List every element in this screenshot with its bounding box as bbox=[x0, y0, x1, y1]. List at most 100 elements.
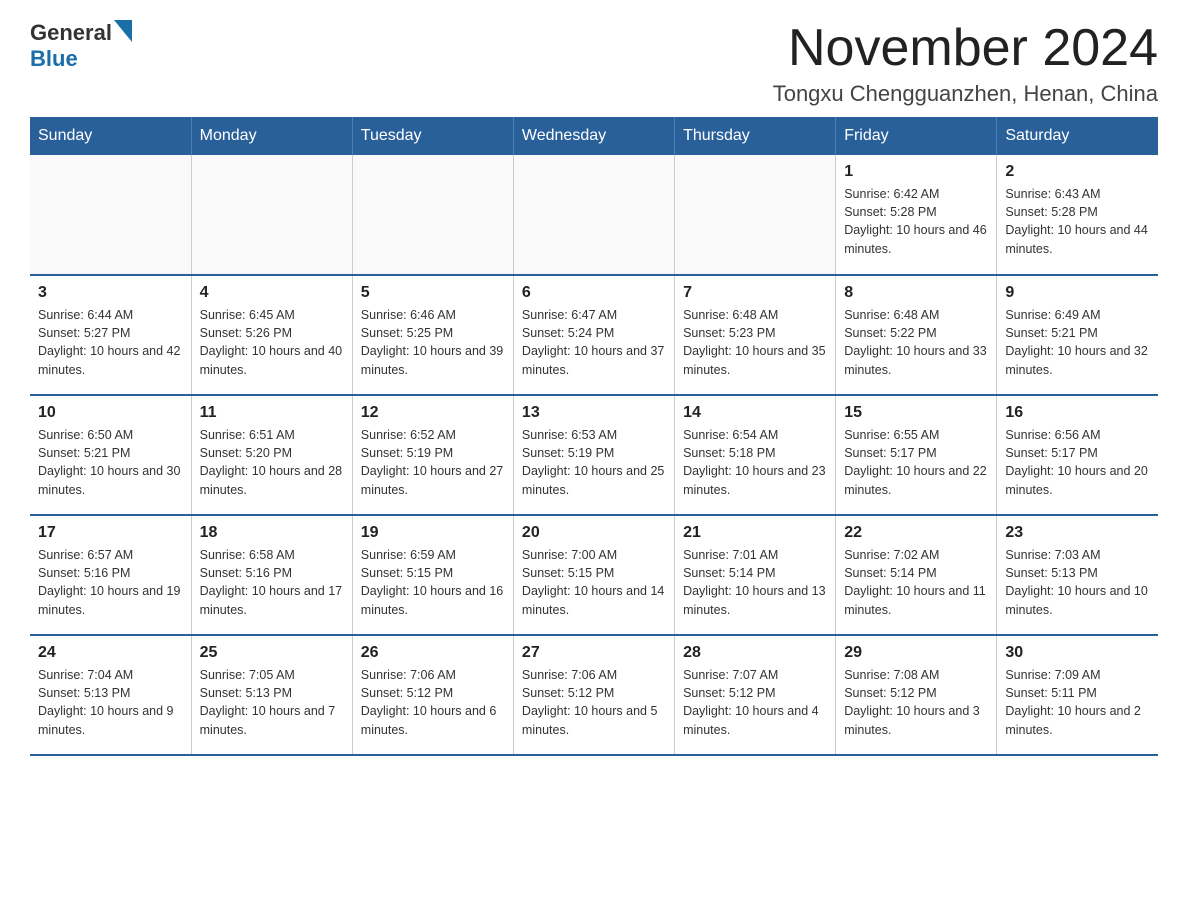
calendar-cell bbox=[675, 155, 836, 275]
week-row-1: 1 Sunrise: 6:42 AM Sunset: 5:28 PM Daylig… bbox=[30, 155, 1158, 275]
day-number: 11 bbox=[200, 404, 344, 422]
calendar-cell: 28 Sunrise: 7:07 AM Sunset: 5:12 PM Dayli… bbox=[675, 635, 836, 755]
page-header: General Blue November 2024 Tongxu Chengg… bbox=[30, 20, 1158, 107]
day-info: Sunrise: 7:02 AM Sunset: 5:14 PM Dayligh… bbox=[844, 546, 988, 619]
calendar-cell: 21 Sunrise: 7:01 AM Sunset: 5:14 PM Dayli… bbox=[675, 515, 836, 635]
weekday-header-thursday: Thursday bbox=[675, 117, 836, 155]
day-info: Sunrise: 7:06 AM Sunset: 5:12 PM Dayligh… bbox=[522, 666, 666, 739]
calendar-cell: 22 Sunrise: 7:02 AM Sunset: 5:14 PM Dayli… bbox=[836, 515, 997, 635]
day-info: Sunrise: 6:53 AM Sunset: 5:19 PM Dayligh… bbox=[522, 426, 666, 499]
day-number: 4 bbox=[200, 284, 344, 302]
week-row-5: 24Sunrise: 7:04 AM Sunset: 5:13 PM Dayli… bbox=[30, 635, 1158, 755]
day-info: Sunrise: 7:00 AM Sunset: 5:15 PM Dayligh… bbox=[522, 546, 666, 619]
day-info: Sunrise: 6:55 AM Sunset: 5:17 PM Dayligh… bbox=[844, 426, 988, 499]
day-info: Sunrise: 6:47 AM Sunset: 5:24 PM Dayligh… bbox=[522, 306, 666, 379]
day-number: 20 bbox=[522, 524, 666, 542]
calendar-cell: 25Sunrise: 7:05 AM Sunset: 5:13 PM Dayli… bbox=[191, 635, 352, 755]
day-number: 8 bbox=[844, 284, 988, 302]
day-info: Sunrise: 6:48 AM Sunset: 5:23 PM Dayligh… bbox=[683, 306, 827, 379]
calendar-cell: 14Sunrise: 6:54 AM Sunset: 5:18 PM Dayli… bbox=[675, 395, 836, 515]
logo: General Blue bbox=[30, 20, 132, 72]
day-number: 28 bbox=[683, 644, 827, 662]
day-number: 10 bbox=[38, 404, 183, 422]
calendar-cell: 24Sunrise: 7:04 AM Sunset: 5:13 PM Dayli… bbox=[30, 635, 191, 755]
day-number: 1 bbox=[844, 163, 988, 181]
day-number: 2 bbox=[1005, 163, 1150, 181]
day-info: Sunrise: 6:44 AM Sunset: 5:27 PM Dayligh… bbox=[38, 306, 183, 379]
calendar-cell bbox=[30, 155, 191, 275]
week-row-4: 17 Sunrise: 6:57 AM Sunset: 5:16 PM Dayli… bbox=[30, 515, 1158, 635]
day-info: Sunrise: 6:57 AM Sunset: 5:16 PM Dayligh… bbox=[38, 546, 183, 619]
calendar-cell: 23Sunrise: 7:03 AM Sunset: 5:13 PM Dayli… bbox=[997, 515, 1158, 635]
calendar-cell: 19Sunrise: 6:59 AM Sunset: 5:15 PM Dayli… bbox=[352, 515, 513, 635]
day-info: Sunrise: 6:42 AM Sunset: 5:28 PM Dayligh… bbox=[844, 185, 988, 258]
day-number: 22 bbox=[844, 524, 988, 542]
weekday-header-saturday: Saturday bbox=[997, 117, 1158, 155]
day-info: Sunrise: 7:04 AM Sunset: 5:13 PM Dayligh… bbox=[38, 666, 183, 739]
calendar-table: SundayMondayTuesdayWednesdayThursdayFrid… bbox=[30, 117, 1158, 756]
day-info: Sunrise: 6:50 AM Sunset: 5:21 PM Dayligh… bbox=[38, 426, 183, 499]
day-number: 12 bbox=[361, 404, 505, 422]
weekday-header-monday: Monday bbox=[191, 117, 352, 155]
day-info: Sunrise: 6:52 AM Sunset: 5:19 PM Dayligh… bbox=[361, 426, 505, 499]
day-number: 17 bbox=[38, 524, 183, 542]
calendar-cell bbox=[352, 155, 513, 275]
day-info: Sunrise: 6:51 AM Sunset: 5:20 PM Dayligh… bbox=[200, 426, 344, 499]
month-title: November 2024 bbox=[773, 20, 1158, 77]
calendar-cell: 3Sunrise: 6:44 AM Sunset: 5:27 PM Daylig… bbox=[30, 275, 191, 395]
day-info: Sunrise: 7:05 AM Sunset: 5:13 PM Dayligh… bbox=[200, 666, 344, 739]
weekday-header-wednesday: Wednesday bbox=[513, 117, 674, 155]
calendar-cell bbox=[191, 155, 352, 275]
day-number: 9 bbox=[1005, 284, 1150, 302]
day-info: Sunrise: 6:45 AM Sunset: 5:26 PM Dayligh… bbox=[200, 306, 344, 379]
day-info: Sunrise: 7:01 AM Sunset: 5:14 PM Dayligh… bbox=[683, 546, 827, 619]
calendar-cell: 27 Sunrise: 7:06 AM Sunset: 5:12 PM Dayli… bbox=[513, 635, 674, 755]
day-info: Sunrise: 7:07 AM Sunset: 5:12 PM Dayligh… bbox=[683, 666, 827, 739]
calendar-cell: 12 Sunrise: 6:52 AM Sunset: 5:19 PM Dayli… bbox=[352, 395, 513, 515]
weekday-header-row: SundayMondayTuesdayWednesdayThursdayFrid… bbox=[30, 117, 1158, 155]
day-number: 27 bbox=[522, 644, 666, 662]
calendar-cell: 18Sunrise: 6:58 AM Sunset: 5:16 PM Dayli… bbox=[191, 515, 352, 635]
calendar-cell: 8 Sunrise: 6:48 AM Sunset: 5:22 PM Daylig… bbox=[836, 275, 997, 395]
calendar-cell: 26 Sunrise: 7:06 AM Sunset: 5:12 PM Dayli… bbox=[352, 635, 513, 755]
day-info: Sunrise: 6:49 AM Sunset: 5:21 PM Dayligh… bbox=[1005, 306, 1150, 379]
calendar-body: 1 Sunrise: 6:42 AM Sunset: 5:28 PM Daylig… bbox=[30, 155, 1158, 755]
day-info: Sunrise: 7:03 AM Sunset: 5:13 PM Dayligh… bbox=[1005, 546, 1150, 619]
weekday-header-friday: Friday bbox=[836, 117, 997, 155]
calendar-cell: 29Sunrise: 7:08 AM Sunset: 5:12 PM Dayli… bbox=[836, 635, 997, 755]
calendar-cell: 2Sunrise: 6:43 AM Sunset: 5:28 PM Daylig… bbox=[997, 155, 1158, 275]
week-row-2: 3Sunrise: 6:44 AM Sunset: 5:27 PM Daylig… bbox=[30, 275, 1158, 395]
calendar-cell: 17 Sunrise: 6:57 AM Sunset: 5:16 PM Dayli… bbox=[30, 515, 191, 635]
day-number: 21 bbox=[683, 524, 827, 542]
calendar-cell: 10 Sunrise: 6:50 AM Sunset: 5:21 PM Dayli… bbox=[30, 395, 191, 515]
day-number: 29 bbox=[844, 644, 988, 662]
day-number: 30 bbox=[1005, 644, 1150, 662]
calendar-cell: 9 Sunrise: 6:49 AM Sunset: 5:21 PM Daylig… bbox=[997, 275, 1158, 395]
calendar-cell: 20 Sunrise: 7:00 AM Sunset: 5:15 PM Dayli… bbox=[513, 515, 674, 635]
calendar-cell: 30 Sunrise: 7:09 AM Sunset: 5:11 PM Dayli… bbox=[997, 635, 1158, 755]
day-number: 18 bbox=[200, 524, 344, 542]
day-info: Sunrise: 6:46 AM Sunset: 5:25 PM Dayligh… bbox=[361, 306, 505, 379]
day-info: Sunrise: 7:09 AM Sunset: 5:11 PM Dayligh… bbox=[1005, 666, 1150, 739]
day-number: 26 bbox=[361, 644, 505, 662]
calendar-cell: 13Sunrise: 6:53 AM Sunset: 5:19 PM Dayli… bbox=[513, 395, 674, 515]
calendar-cell: 1 Sunrise: 6:42 AM Sunset: 5:28 PM Daylig… bbox=[836, 155, 997, 275]
logo-blue: Blue bbox=[30, 46, 78, 72]
day-number: 14 bbox=[683, 404, 827, 422]
calendar-cell: 5Sunrise: 6:46 AM Sunset: 5:25 PM Daylig… bbox=[352, 275, 513, 395]
day-info: Sunrise: 6:56 AM Sunset: 5:17 PM Dayligh… bbox=[1005, 426, 1150, 499]
calendar-cell: 15 Sunrise: 6:55 AM Sunset: 5:17 PM Dayli… bbox=[836, 395, 997, 515]
calendar-header: SundayMondayTuesdayWednesdayThursdayFrid… bbox=[30, 117, 1158, 155]
location-subtitle: Tongxu Chengguanzhen, Henan, China bbox=[773, 81, 1158, 107]
calendar-cell: 6 Sunrise: 6:47 AM Sunset: 5:24 PM Daylig… bbox=[513, 275, 674, 395]
calendar-cell: 11 Sunrise: 6:51 AM Sunset: 5:20 PM Dayli… bbox=[191, 395, 352, 515]
day-info: Sunrise: 7:06 AM Sunset: 5:12 PM Dayligh… bbox=[361, 666, 505, 739]
day-number: 19 bbox=[361, 524, 505, 542]
logo-general: General bbox=[30, 20, 112, 46]
day-number: 6 bbox=[522, 284, 666, 302]
day-info: Sunrise: 6:48 AM Sunset: 5:22 PM Dayligh… bbox=[844, 306, 988, 379]
day-number: 7 bbox=[683, 284, 827, 302]
calendar-cell: 7 Sunrise: 6:48 AM Sunset: 5:23 PM Daylig… bbox=[675, 275, 836, 395]
day-number: 15 bbox=[844, 404, 988, 422]
calendar-cell bbox=[513, 155, 674, 275]
